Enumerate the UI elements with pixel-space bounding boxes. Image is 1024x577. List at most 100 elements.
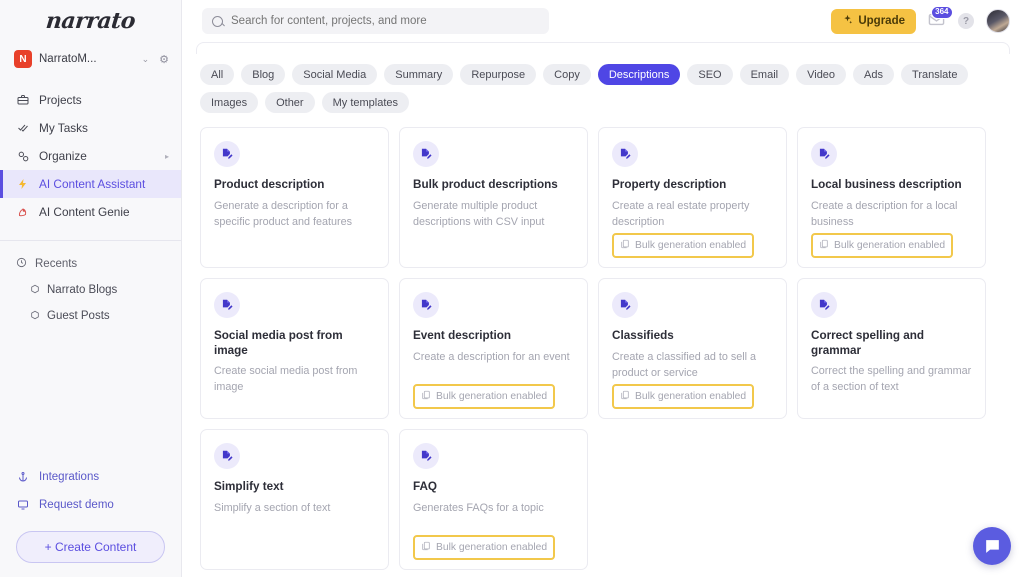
sidebar-item-label: AI Content Assistant	[39, 177, 146, 191]
template-card[interactable]: Correct spelling and grammar Correct the …	[797, 278, 986, 419]
sidebar-item-integrations[interactable]: Integrations	[0, 463, 181, 491]
tab-all[interactable]: All	[200, 64, 235, 85]
tab-blog[interactable]: Blog	[241, 64, 286, 85]
document-edit-icon	[214, 443, 240, 469]
tab-video[interactable]: Video	[796, 64, 847, 85]
template-card[interactable]: FAQ Generates FAQs for a topic Bulk gener…	[399, 429, 588, 570]
gear-icon[interactable]: ⚙	[159, 53, 169, 66]
create-content-button[interactable]: + Create Content	[16, 531, 165, 563]
brand-logo[interactable]: narrato	[0, 0, 181, 42]
template-card[interactable]: Classifieds Create a classified ad to sel…	[598, 278, 787, 419]
top-bar: Upgrade 364 ?	[182, 0, 1024, 42]
sidebar-footer-label: Integrations	[39, 471, 100, 483]
chevron-right-icon[interactable]: ▸	[165, 152, 169, 161]
tab-summary[interactable]: Summary	[384, 64, 454, 85]
template-card-title: Correct spelling and grammar	[811, 329, 925, 357]
tab-email[interactable]: Email	[739, 64, 790, 85]
chat-bubble-icon[interactable]	[973, 527, 1011, 565]
organize-icon	[16, 150, 30, 163]
tab-label: Summary	[395, 68, 443, 81]
bulk-generation-label: Bulk generation enabled	[635, 240, 747, 251]
sidebar-item-narrato-blogs[interactable]: Narrato Blogs	[0, 277, 181, 303]
tab-label: Email	[750, 68, 779, 81]
template-card-title: Classifieds	[612, 329, 674, 342]
template-card[interactable]: Event description Create a description fo…	[399, 278, 588, 419]
tab-translate[interactable]: Translate	[901, 64, 969, 85]
sidebar-item-label: Projects	[39, 93, 82, 107]
recents-header[interactable]: Recents	[0, 251, 181, 277]
tab-other[interactable]: Other	[265, 92, 315, 113]
template-card[interactable]: Simplify text Simplify a section of text	[200, 429, 389, 570]
template-card-description: Create a description for an event	[413, 350, 570, 363]
document-edit-icon	[214, 141, 240, 167]
help-icon: ?	[958, 13, 974, 29]
tab-ads[interactable]: Ads	[853, 64, 895, 85]
copy-icon	[819, 239, 829, 252]
sidebar-item-label: AI Content Genie	[39, 205, 130, 219]
primary-nav: Projects My Tasks Organize ▸ AI Content …	[0, 76, 181, 226]
search-box[interactable]	[202, 8, 549, 34]
bulk-generation-label: Bulk generation enabled	[436, 391, 548, 402]
tab-my-templates[interactable]: My templates	[321, 92, 410, 113]
search-icon	[212, 15, 223, 27]
lightning-icon	[16, 178, 30, 190]
tab-images[interactable]: Images	[200, 92, 259, 113]
template-card[interactable]: Local business description Create a descr…	[797, 127, 986, 268]
document-edit-icon	[612, 141, 638, 167]
template-card[interactable]: Social media post from image Create socia…	[200, 278, 389, 419]
template-card-description: Create a real estate property descriptio…	[612, 199, 750, 228]
template-card-title: Property description	[612, 178, 727, 191]
notifications-button[interactable]: 364	[926, 6, 953, 31]
bulk-generation-badge: Bulk generation enabled	[413, 384, 556, 409]
template-card-title: Product description	[214, 178, 325, 191]
sidebar-item-projects[interactable]: Projects	[0, 86, 181, 114]
sidebar-footer-label: Request demo	[39, 499, 114, 511]
workspace-switcher[interactable]: N NarratoM... ⌄ ⚙	[0, 42, 181, 76]
document-edit-icon	[811, 141, 837, 167]
bulk-generation-badge: Bulk generation enabled	[612, 384, 755, 409]
template-card[interactable]: Property description Create a real estate…	[598, 127, 787, 268]
tab-copy[interactable]: Copy	[543, 64, 591, 85]
chevron-down-icon[interactable]: ⌄	[142, 54, 150, 65]
sidebar-item-ai-content-assistant[interactable]: AI Content Assistant	[0, 170, 181, 198]
sidebar-divider	[0, 240, 181, 241]
avatar[interactable]	[986, 9, 1010, 33]
sidebar-item-organize[interactable]: Organize ▸	[0, 142, 181, 170]
tab-label: All	[211, 68, 224, 81]
sidebar-item-label: My Tasks	[39, 121, 88, 135]
sidebar-item-guest-posts[interactable]: Guest Posts	[0, 303, 181, 329]
sidebar-footer: Integrations Request demo + Create Conte…	[0, 463, 181, 577]
template-card-description: Correct the spelling and grammar of a se…	[811, 365, 972, 394]
template-card-description: Generates FAQs for a topic	[413, 501, 544, 514]
sidebar-item-ai-content-genie[interactable]: AI Content Genie	[0, 198, 181, 226]
upgrade-button[interactable]: Upgrade	[831, 8, 916, 34]
template-card[interactable]: Product description Generate a descriptio…	[200, 127, 389, 268]
tab-social-media[interactable]: Social Media	[292, 64, 378, 85]
recents-label: Recents	[35, 258, 78, 270]
tab-descriptions[interactable]: Descriptions	[597, 64, 681, 85]
template-card-title: FAQ	[413, 480, 438, 493]
copy-icon	[421, 541, 431, 554]
sidebar-item-my-tasks[interactable]: My Tasks	[0, 114, 181, 142]
check-icon	[16, 122, 30, 134]
document-edit-icon	[413, 443, 439, 469]
sidebar-item-request-demo[interactable]: Request demo	[0, 491, 181, 519]
upgrade-label: Upgrade	[858, 15, 905, 27]
search-input[interactable]	[231, 15, 539, 27]
sparkle-icon	[842, 14, 853, 28]
anchor-icon	[16, 471, 30, 483]
clock-icon	[16, 257, 27, 271]
template-card[interactable]: Bulk product descriptions Generate multip…	[399, 127, 588, 268]
help-button[interactable]: ?	[956, 11, 976, 31]
template-card-title: Event description	[413, 329, 512, 342]
bulk-generation-label: Bulk generation enabled	[635, 391, 747, 402]
tab-label: Images	[211, 96, 248, 109]
tab-repurpose[interactable]: Repurpose	[460, 64, 537, 85]
tab-seo[interactable]: SEO	[687, 64, 733, 85]
tab-label: Ads	[864, 68, 884, 81]
sidebar-subitem-label: Guest Posts	[47, 310, 110, 322]
bulk-generation-label: Bulk generation enabled	[436, 542, 548, 553]
template-card-title: Social media post from image	[214, 329, 343, 357]
template-card-description: Generate a description for a specific pr…	[214, 199, 353, 228]
monitor-icon	[16, 499, 30, 511]
